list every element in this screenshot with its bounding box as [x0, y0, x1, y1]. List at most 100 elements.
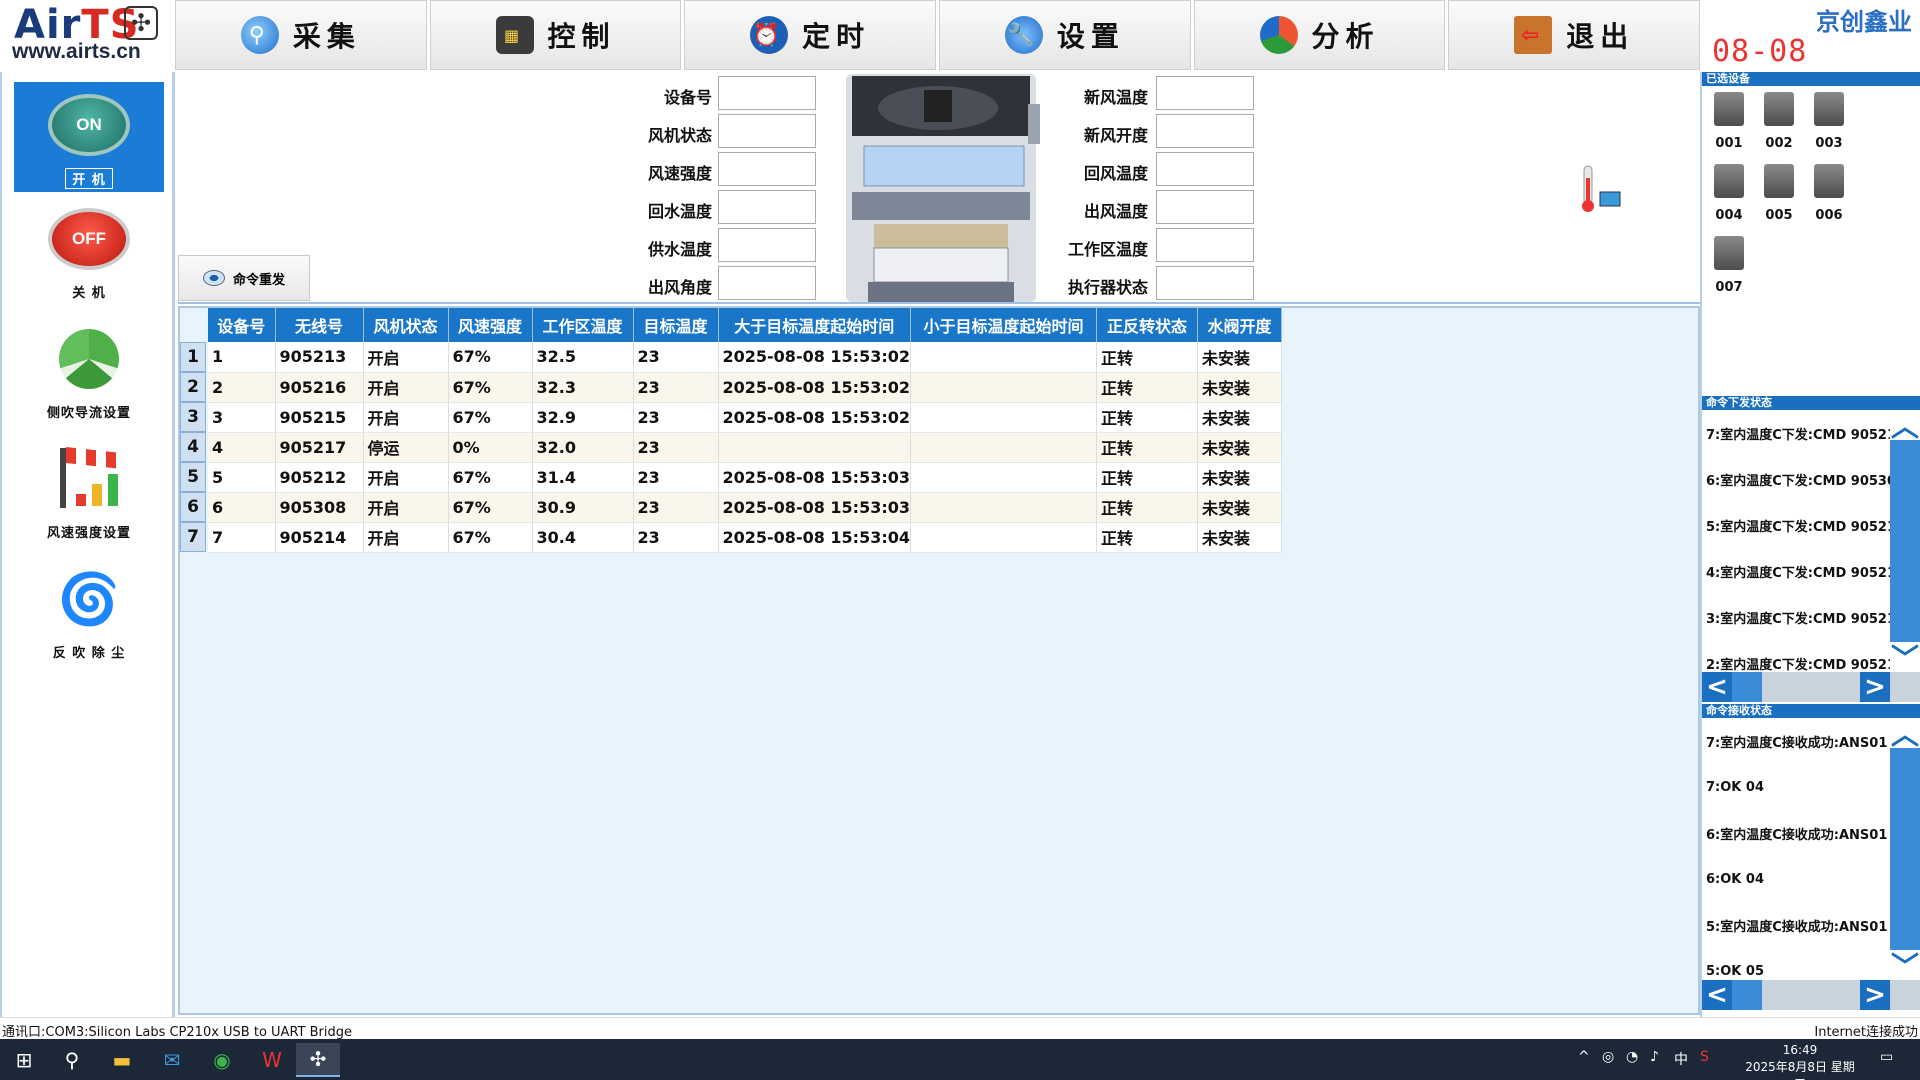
side-flow-settings-button[interactable]: 侧吹导流设置 [14, 316, 164, 426]
scroll-thumb[interactable] [1732, 672, 1762, 702]
col-header[interactable]: 大于目标温度起始时间 [718, 308, 912, 342]
col-header[interactable]: 工作区温度 [532, 308, 634, 342]
send-status-log: 7:室内温度C下发:CMD 90521 6:室内温度C下发:CMD 90530 … [1702, 410, 1920, 672]
send-log-hscrollbar[interactable]: < > [1702, 672, 1920, 702]
table-row[interactable]: 2 905216 开启 67% 32.3 23 2025-08-08 15:53:02 正转未… [208, 372, 1283, 403]
table-cell: 905213 [275, 342, 364, 373]
table-cell [910, 522, 1098, 553]
nav-exit-button[interactable]: ⇦ 退出 [1448, 0, 1701, 70]
ime-indicator[interactable]: 中 [1674, 1049, 1688, 1069]
row-number[interactable]: 1 [180, 342, 206, 372]
table-cell: 正转 [1096, 342, 1199, 373]
status-bar: 通讯口:COM3:Silicon Labs CP210x USB to UART… [0, 1017, 1920, 1040]
scroll-right-icon[interactable]: > [1860, 672, 1890, 702]
table-cell: 67% [448, 492, 533, 523]
browser-icon[interactable]: ◉ [200, 1043, 244, 1077]
table-cell: 67% [448, 342, 533, 373]
device-unit-icon [1814, 92, 1844, 126]
col-header[interactable]: 无线号 [275, 308, 364, 342]
power-on-button[interactable]: ON 开 机 [14, 82, 164, 192]
row-number[interactable]: 2 [180, 372, 206, 402]
recv-log-vscrollbar[interactable]: ︿ ﹀ [1890, 718, 1920, 980]
table-row[interactable]: 4 905217 停运 0% 32.0 23 正转 未安装 [208, 432, 1283, 463]
scroll-left-icon[interactable]: < [1702, 980, 1732, 1010]
table-cell: 3 [208, 402, 276, 433]
resend-command-button[interactable]: 命令重发 [178, 255, 310, 301]
device-status-table: 设备号 无线号 风机状态 风速强度 工作区温度 目标温度 大于目标温度起始时间 … [208, 308, 1283, 553]
wifi-icon[interactable]: ◔ [1626, 1049, 1638, 1065]
table-row[interactable]: 3 905215 开启 67% 32.9 23 2025-08-08 15:53:02 正转未… [208, 402, 1283, 433]
notification-icon[interactable]: ▭ [1880, 1049, 1893, 1065]
nav-control-button[interactable]: ▦ 控制 [429, 0, 682, 70]
wind-speed-settings-button[interactable]: 风速强度设置 [14, 436, 164, 546]
wps-office-icon[interactable]: W [250, 1043, 294, 1077]
row-number[interactable]: 4 [180, 432, 206, 462]
nav-collect-button[interactable]: ⚲ 采集 [175, 0, 427, 70]
table-row[interactable]: 6 905308 开启 67% 30.9 23 2025-08-08 15:53:03 正转未… [208, 492, 1283, 523]
tray-chevron-icon[interactable]: ^ [1578, 1049, 1590, 1065]
label-wind-speed: 风速强度 [647, 164, 712, 183]
device-item[interactable]: 007 [1708, 232, 1750, 296]
windows-taskbar: ⊞ ⚲ ▬ ✉ ◉ W ✣ ^ ◎ ◔ ♪ 中 S 16:49 2025年8月8日… [0, 1039, 1920, 1080]
send-log-vscrollbar[interactable]: ︿ ﹀ [1890, 410, 1920, 672]
field-fresh-air-temp [1156, 76, 1254, 110]
windsock-icon [46, 444, 132, 514]
exit-door-icon: ⇦ [1514, 16, 1553, 54]
table-cell: 23 [633, 462, 719, 493]
table-cell [910, 372, 1098, 403]
device-item[interactable]: 001 [1708, 88, 1750, 152]
device-unit-icon [1714, 236, 1744, 270]
col-header[interactable]: 目标温度 [633, 308, 719, 342]
send-status-title: 命令下发状态 [1702, 396, 1920, 410]
col-header[interactable]: 风机状态 [363, 308, 449, 342]
table-row[interactable]: 1 905213 开启 67% 32.5 23 2025-08-08 15:53:02 正转未… [208, 342, 1283, 373]
table-row[interactable]: 7 905214 开启 67% 30.4 23 2025-08-08 15:53:04 正转未… [208, 522, 1283, 553]
scroll-up-icon[interactable]: ︿ [1890, 410, 1920, 443]
row-number[interactable]: 3 [180, 402, 206, 432]
col-header[interactable]: 正反转状态 [1096, 308, 1199, 342]
nav-settings-button[interactable]: 🔧 设置 [939, 0, 1191, 70]
table-row[interactable]: 5 905212 开启 67% 31.4 23 2025-08-08 15:53:03 正转未… [208, 462, 1283, 493]
alarm-clock-icon: ⏰ [750, 16, 789, 54]
volume-icon[interactable]: ♪ [1650, 1049, 1659, 1065]
col-header[interactable]: 设备号 [208, 308, 276, 342]
device-item[interactable]: 006 [1808, 160, 1850, 224]
device-item[interactable]: 005 [1758, 160, 1800, 224]
scroll-left-icon[interactable]: < [1702, 672, 1732, 702]
row-number[interactable]: 7 [180, 522, 206, 552]
tray-app-icon[interactable]: ◎ [1602, 1049, 1614, 1065]
scroll-down-icon[interactable]: ﹀ [1890, 950, 1920, 980]
col-header[interactable]: 小于目标温度起始时间 [910, 308, 1098, 342]
col-header[interactable]: 风速强度 [448, 308, 533, 342]
scroll-down-icon[interactable]: ﹀ [1890, 642, 1920, 672]
device-item[interactable]: 004 [1708, 160, 1750, 224]
table-cell: 23 [633, 372, 719, 403]
row-number[interactable]: 5 [180, 462, 206, 492]
windows-start-icon[interactable]: ⊞ [2, 1043, 46, 1077]
fan-logo-icon: ✣ [124, 6, 158, 40]
table-cell: 23 [633, 492, 719, 523]
taskbar-search-icon[interactable]: ⚲ [50, 1043, 94, 1077]
device-item[interactable]: 003 [1808, 88, 1850, 152]
nav-timer-button[interactable]: ⏰ 定时 [684, 0, 937, 70]
sogou-icon[interactable]: S [1700, 1049, 1709, 1065]
reverse-blow-dust-button[interactable]: 🌀 反 吹 除 尘 [14, 556, 164, 666]
scroll-right-icon[interactable]: > [1860, 980, 1890, 1010]
recv-log-hscrollbar[interactable]: < > [1702, 980, 1920, 1010]
row-number[interactable]: 6 [180, 492, 206, 522]
file-explorer-icon[interactable]: ▬ [100, 1043, 144, 1077]
air-handler-unit-image [846, 74, 1040, 302]
mail-icon[interactable]: ✉ [150, 1043, 194, 1077]
scroll-up-icon[interactable]: ︿ [1890, 718, 1920, 751]
col-header[interactable]: 水阀开度 [1197, 308, 1283, 342]
scroll-thumb[interactable] [1732, 980, 1762, 1010]
table-cell: 开启 [363, 522, 449, 553]
app-taskbar-icon[interactable]: ✣ [296, 1043, 340, 1077]
table-cell: 905215 [275, 402, 364, 433]
nav-analysis-button[interactable]: 分析 [1193, 0, 1446, 70]
device-item[interactable]: 002 [1758, 88, 1800, 152]
table-cell: 开启 [363, 492, 449, 523]
power-off-button[interactable]: OFF 关 机 [14, 196, 164, 306]
taskbar-clock[interactable]: 16:492025年8月8日 星期五 [1740, 1042, 1860, 1080]
table-cell: 905217 [275, 432, 364, 463]
